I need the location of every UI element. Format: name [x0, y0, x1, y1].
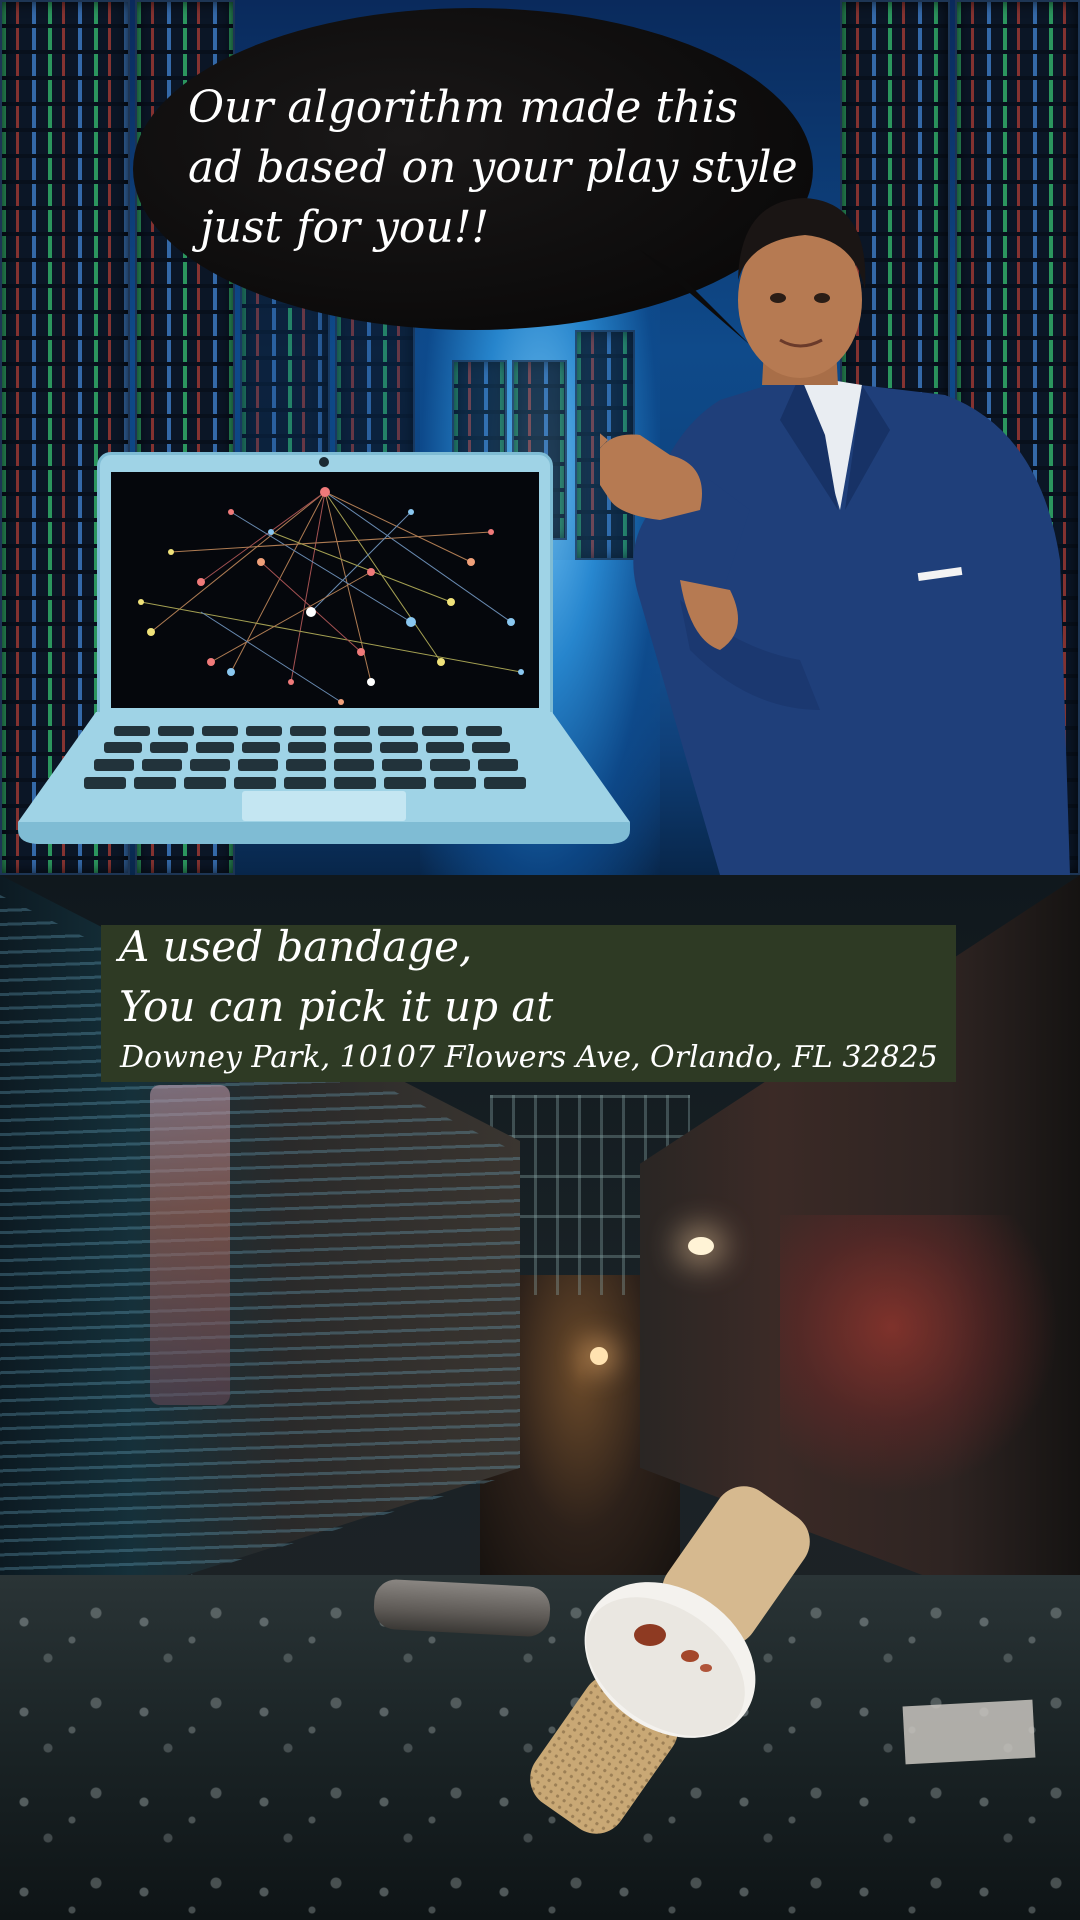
laptop-screen-network-graph	[111, 472, 539, 708]
bandage-icon	[530, 1486, 810, 1834]
far-lamp	[590, 1347, 608, 1365]
caption-address: Downey Park, 10107 Flowers Ave, Orlando,…	[120, 1040, 938, 1075]
network-graph-icon	[138, 487, 524, 705]
presenter-person	[600, 198, 1070, 875]
caption-line-1: A used bandage,	[119, 922, 473, 971]
caption-line-2: You can pick it up at	[119, 982, 554, 1031]
street-lamp	[688, 1237, 714, 1255]
laptop-keyboard-base	[18, 712, 630, 844]
webcam-icon	[319, 457, 329, 467]
server-room-panel: Our algorithm made this ad based on your…	[0, 0, 1080, 875]
graffiti-left	[150, 1085, 230, 1405]
discarded-box	[902, 1699, 1036, 1765]
speech-line-1: Our algorithm made this	[188, 82, 739, 133]
graffiti-right	[780, 1215, 1060, 1495]
